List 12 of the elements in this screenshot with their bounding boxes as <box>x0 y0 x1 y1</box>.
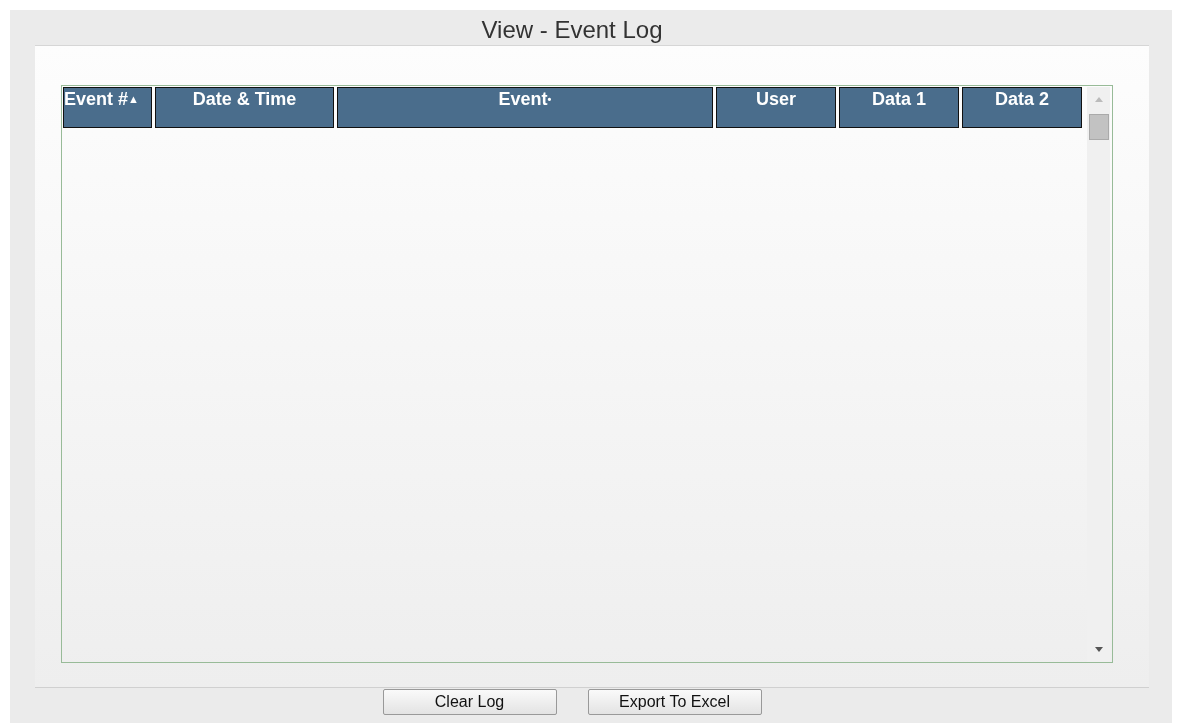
column-header[interactable]: Date & Time <box>155 87 334 128</box>
action-button[interactable]: Clear Log <box>382 689 557 715</box>
column-header[interactable]: Event #▲ <box>63 87 152 128</box>
scroll-thumb[interactable] <box>1089 114 1109 140</box>
scroll-up-icon[interactable] <box>1095 97 1103 102</box>
scroll-down-icon[interactable] <box>1095 647 1103 652</box>
window-title: View - Event Log <box>481 15 664 45</box>
action-button[interactable]: Export To Excel <box>587 689 762 715</box>
column-header[interactable]: Event• <box>337 87 713 128</box>
column-header[interactable]: User <box>716 87 836 128</box>
column-header[interactable]: Data 2 <box>962 87 1082 128</box>
column-header[interactable]: Data 1 <box>839 87 959 128</box>
